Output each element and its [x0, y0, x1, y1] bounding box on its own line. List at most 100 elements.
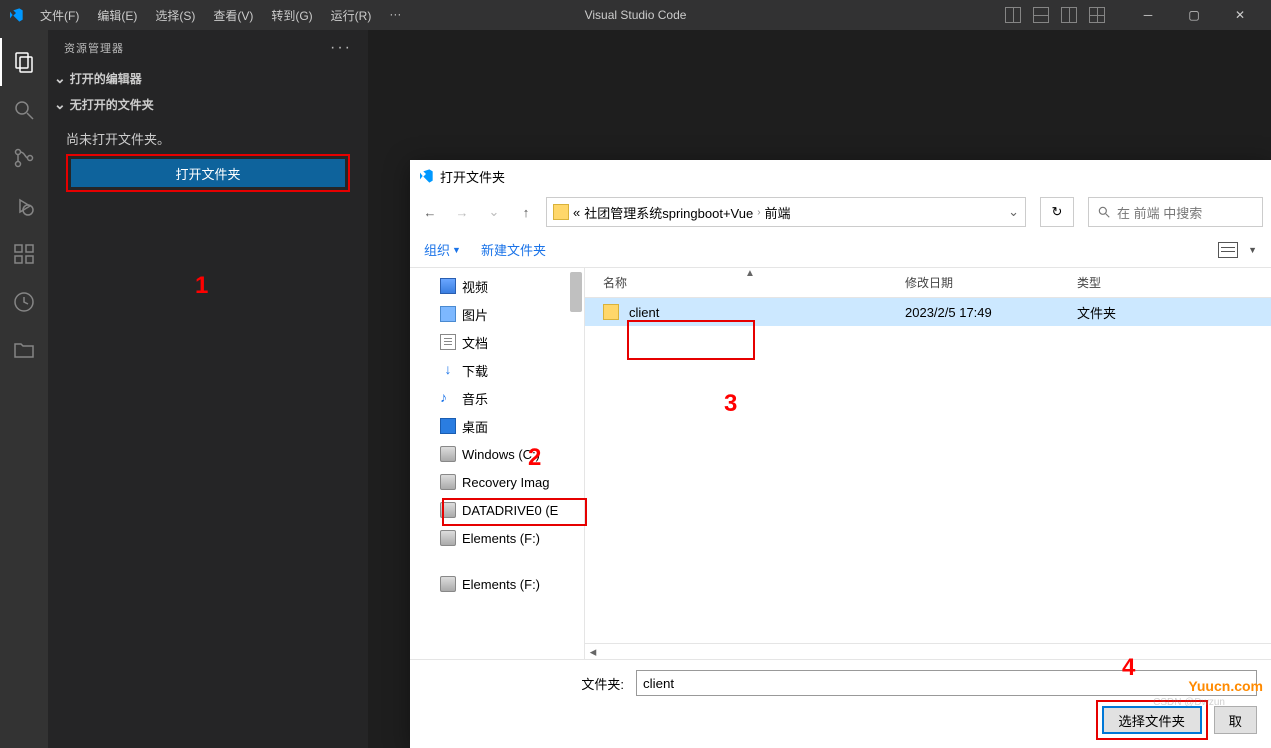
tree-item[interactable]: DATADRIVE0 (E: [410, 496, 584, 524]
menu-go[interactable]: 转到(G): [263, 3, 320, 28]
activity-bar: [0, 30, 48, 748]
dialog-footer: 文件夹: 选择文件夹 取: [410, 659, 1271, 748]
breadcrumb-dropdown-icon[interactable]: ⌄: [1008, 204, 1019, 220]
ico-music-icon: ♪: [440, 390, 456, 406]
section-open-editors[interactable]: ⌄ 打开的编辑器: [48, 65, 368, 91]
breadcrumb[interactable]: « 社团管理系统springboot+Vue › 前端 ⌄: [546, 197, 1026, 227]
layout-grid-icon[interactable]: [1089, 7, 1105, 23]
tree-item-label: 文档: [462, 333, 488, 352]
tree-item[interactable]: Recovery Imag: [410, 468, 584, 496]
folder-icon: [603, 304, 619, 320]
tree-item[interactable]: 视频: [410, 272, 584, 300]
nav-up-icon[interactable]: ↑: [514, 200, 538, 224]
layout-right-icon[interactable]: [1061, 7, 1077, 23]
tree-item-label: 下载: [462, 361, 488, 380]
tree-item[interactable]: 文档: [410, 328, 584, 356]
tree-item[interactable]: ↓下载: [410, 356, 584, 384]
tree-item-label: Elements (F:): [462, 577, 540, 592]
dialog-toolbar: 组织▼ 新建文件夹 ▼: [410, 232, 1271, 268]
titlebar: 文件(F) 编辑(E) 选择(S) 查看(V) 转到(G) 运行(R) ··· …: [0, 0, 1271, 30]
tree-item-label: Elements (F:): [462, 531, 540, 546]
search-input[interactable]: 在 前端 中搜索: [1088, 197, 1263, 227]
search-icon: [1097, 205, 1111, 219]
cancel-button[interactable]: 取: [1214, 706, 1257, 734]
layout-left-icon[interactable]: [1005, 7, 1021, 23]
horizontal-scrollbar[interactable]: ◂: [585, 643, 1271, 659]
activity-explorer-icon[interactable]: [0, 38, 48, 86]
ico-disk-icon: [440, 502, 456, 518]
dialog-title-text: 打开文件夹: [440, 167, 505, 186]
row-name: client: [629, 305, 905, 320]
file-list: ▲ 名称 修改日期 类型 client 2023/2/5 17:49 文件夹 ◂: [585, 268, 1271, 659]
ico-pic-icon: [440, 306, 456, 322]
tree-item[interactable]: 桌面: [410, 412, 584, 440]
chevron-down-icon: ⌄: [54, 96, 66, 113]
tree-item-label: Windows (C:): [462, 447, 540, 462]
breadcrumb-seg2[interactable]: 前端: [765, 203, 791, 222]
menu-run[interactable]: 运行(R): [323, 3, 380, 28]
activity-folder-icon[interactable]: [0, 326, 48, 374]
select-folder-button[interactable]: 选择文件夹: [1102, 706, 1202, 734]
ico-doc-icon: [440, 334, 456, 350]
tree-item[interactable]: Elements (F:): [410, 570, 584, 598]
vscode-logo-icon: [418, 168, 434, 184]
dialog-tree: 视频图片文档 ↓下载♪音乐桌面 Windows (C:) Recovery Imag D…: [410, 268, 585, 659]
window-maximize-icon[interactable]: ▢: [1171, 0, 1217, 30]
tree-item-label: Recovery Imag: [462, 475, 549, 490]
menu-view[interactable]: 查看(V): [205, 3, 261, 28]
tree-item[interactable]: Windows (C:): [410, 440, 584, 468]
no-folder-message: 尚未打开文件夹。: [66, 129, 350, 148]
column-type[interactable]: 类型: [1077, 274, 1271, 291]
activity-scm-icon[interactable]: [0, 134, 48, 182]
activity-extensions-icon[interactable]: [0, 230, 48, 278]
list-header: ▲ 名称 修改日期 类型: [585, 268, 1271, 298]
view-mode-icon[interactable]: [1218, 242, 1238, 258]
menu-more-icon[interactable]: ···: [381, 3, 409, 28]
folder-name-input[interactable]: [636, 670, 1257, 696]
tree-item[interactable]: ♪音乐: [410, 384, 584, 412]
section-open-editors-label: 打开的编辑器: [70, 70, 142, 87]
tree-item-label: 视频: [462, 277, 488, 296]
list-row-client[interactable]: client 2023/2/5 17:49 文件夹: [585, 298, 1271, 326]
nav-back-icon[interactable]: ←: [418, 200, 442, 224]
open-folder-button[interactable]: 打开文件夹: [71, 159, 345, 187]
ico-disk-icon: [440, 474, 456, 490]
layout-bottom-icon[interactable]: [1033, 7, 1049, 23]
organize-button[interactable]: 组织▼: [424, 240, 461, 259]
ico-disk-icon: [440, 530, 456, 546]
folder-label: 文件夹:: [424, 674, 624, 693]
sidebar-more-icon[interactable]: ···: [330, 39, 352, 57]
dialog-titlebar: 打开文件夹: [410, 160, 1271, 192]
sidebar-title: 资源管理器: [64, 40, 124, 56]
ico-disk-icon: [440, 446, 456, 462]
row-type: 文件夹: [1077, 303, 1271, 322]
column-date[interactable]: 修改日期: [905, 274, 1077, 291]
view-dropdown-icon[interactable]: ▼: [1248, 245, 1257, 255]
activity-timeline-icon[interactable]: [0, 278, 48, 326]
scroll-left-icon[interactable]: ◂: [585, 645, 601, 659]
tree-scrollbar[interactable]: [570, 272, 582, 655]
open-folder-highlight: 打开文件夹: [66, 154, 350, 192]
activity-search-icon[interactable]: [0, 86, 48, 134]
tree-item[interactable]: 图片: [410, 300, 584, 328]
menu-bar: 文件(F) 编辑(E) 选择(S) 查看(V) 转到(G) 运行(R) ···: [32, 3, 409, 28]
search-placeholder: 在 前端 中搜索: [1117, 203, 1202, 222]
refresh-button[interactable]: ↻: [1040, 197, 1074, 227]
menu-selection[interactable]: 选择(S): [147, 3, 203, 28]
window-minimize-icon[interactable]: ─: [1125, 0, 1171, 30]
open-folder-dialog: 打开文件夹 ← → ⌄ ↑ « 社团管理系统springboot+Vue › 前…: [410, 160, 1271, 748]
window-close-icon[interactable]: ✕: [1217, 0, 1263, 30]
sidebar-header: 资源管理器 ···: [48, 30, 368, 65]
section-no-folder[interactable]: ⌄ 无打开的文件夹: [48, 91, 368, 117]
menu-file[interactable]: 文件(F): [32, 3, 87, 28]
breadcrumb-seg1[interactable]: 社团管理系统springboot+Vue: [584, 203, 753, 222]
menu-edit[interactable]: 编辑(E): [89, 3, 145, 28]
nav-forward-icon[interactable]: →: [450, 200, 474, 224]
dialog-body: 视频图片文档 ↓下载♪音乐桌面 Windows (C:) Recovery Imag D…: [410, 268, 1271, 659]
breadcrumb-prefix: «: [573, 205, 580, 220]
ico-desktop-icon: [440, 418, 456, 434]
tree-item[interactable]: Elements (F:): [410, 524, 584, 552]
activity-debug-icon[interactable]: [0, 182, 48, 230]
new-folder-button[interactable]: 新建文件夹: [481, 240, 546, 259]
nav-recent-icon[interactable]: ⌄: [482, 200, 506, 224]
